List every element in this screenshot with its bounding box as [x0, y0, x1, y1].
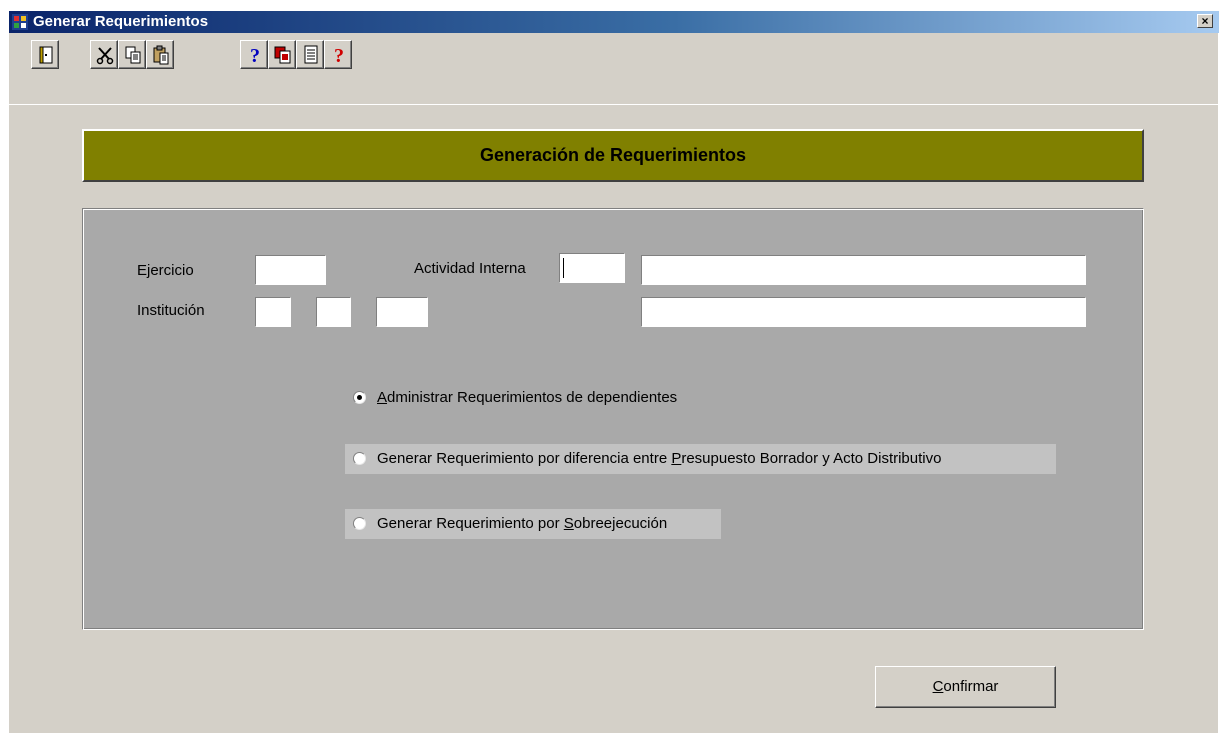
exit-button[interactable]	[31, 40, 59, 69]
institucion-label: Institución	[137, 302, 205, 319]
ejercicio-label: Ejercicio	[137, 262, 194, 279]
main-window: Generar Requerimientos × ? ? Generación …	[8, 10, 1219, 733]
form-panel: Ejercicio Actividad Interna Institución …	[82, 208, 1144, 630]
document-icon	[304, 45, 318, 64]
option-label: Generar Requerimiento por diferencia ent…	[377, 450, 942, 467]
option-label: Generar Requerimiento por Sobreejecución	[377, 515, 668, 532]
help-button[interactable]: ?	[240, 40, 268, 69]
toolbar: ? ?	[9, 33, 1219, 105]
section-header: Generación de Requerimientos	[82, 129, 1144, 182]
copy-red-icon	[274, 46, 291, 64]
toolbar-separator	[9, 104, 1219, 105]
title-bar[interactable]: Generar Requerimientos ×	[9, 11, 1219, 33]
paste-button[interactable]	[146, 40, 174, 69]
option-sobreejecucion[interactable]: Generar Requerimiento por Sobreejecución	[345, 509, 721, 539]
duplicate-button[interactable]	[268, 40, 296, 69]
cut-button[interactable]	[90, 40, 118, 69]
institucion-field-3[interactable]	[376, 297, 428, 327]
context-help-button[interactable]: ?	[324, 40, 352, 69]
institucion-field-1[interactable]	[255, 297, 291, 327]
option-label: Administrar Requerimientos de dependient…	[377, 389, 678, 406]
svg-text:?: ?	[250, 45, 260, 65]
actividad-description-field[interactable]	[641, 255, 1086, 285]
actividad-code-field[interactable]	[559, 253, 625, 283]
document-button[interactable]	[296, 40, 324, 69]
actividad-interna-label: Actividad Interna	[414, 260, 526, 277]
exit-door-icon	[39, 46, 53, 64]
svg-text:?: ?	[334, 45, 344, 65]
institucion-description-field[interactable]	[641, 297, 1086, 327]
option-administrar-requerimientos[interactable]: Administrar Requerimientos de dependient…	[345, 383, 677, 413]
help-icon: ?	[250, 45, 260, 65]
copy-button[interactable]	[118, 40, 146, 69]
institucion-field-2[interactable]	[316, 297, 351, 327]
paste-icon	[153, 45, 169, 65]
app-icon	[12, 14, 28, 30]
red-help-icon: ?	[334, 45, 344, 65]
scissors-cut-icon	[96, 47, 114, 65]
radio-button[interactable]	[353, 517, 366, 530]
option-diferencia-presupuesto[interactable]: Generar Requerimiento por diferencia ent…	[345, 444, 1056, 474]
copy-icon	[125, 46, 141, 64]
radio-button[interactable]	[353, 452, 366, 465]
close-button[interactable]: ×	[1197, 14, 1213, 28]
window-title: Generar Requerimientos	[33, 13, 209, 30]
confirm-button[interactable]: Confirmar	[875, 666, 1056, 708]
ejercicio-field[interactable]	[255, 255, 326, 285]
radio-button[interactable]	[353, 391, 366, 404]
